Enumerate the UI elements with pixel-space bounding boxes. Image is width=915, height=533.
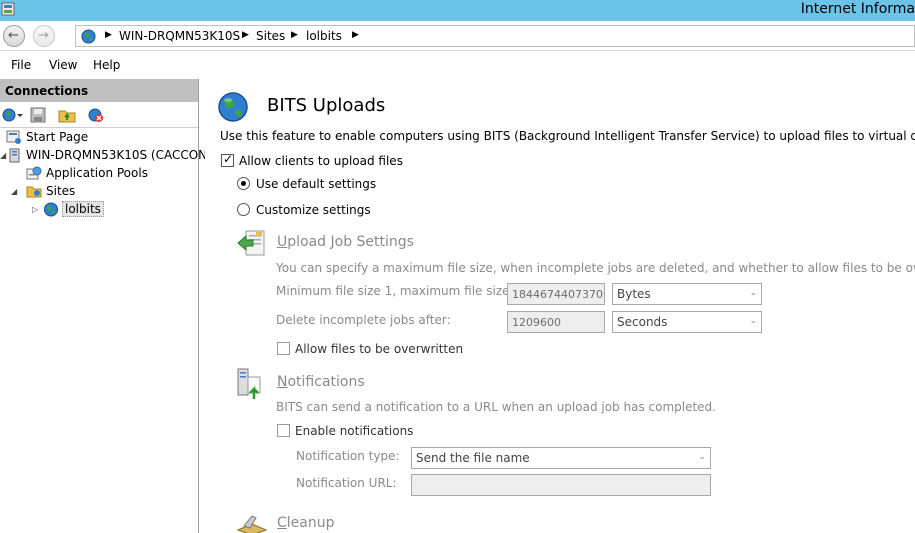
iis-app-icon	[1, 2, 15, 16]
enable-notifications-checkbox[interactable]	[277, 424, 290, 437]
notifications-title: Notifications	[277, 374, 365, 390]
delete-unit-select[interactable]: Seconds ⌄	[612, 311, 762, 333]
accelerator-key: N	[277, 374, 288, 390]
section-title-text: pload Job Settings	[287, 234, 414, 250]
tree-label-start-page: Start Page	[26, 130, 89, 144]
breadcrumb-separator-icon: ▶	[291, 30, 298, 40]
tree-label-sites: Sites	[46, 184, 76, 198]
tree-item-application-pools[interactable]: Application Pools	[0, 165, 199, 183]
globe-icon	[81, 29, 96, 44]
accelerator-key: C	[277, 515, 287, 531]
server-icon	[9, 148, 20, 163]
chevron-down-icon: ⌄	[698, 452, 706, 462]
site-globe-icon	[43, 202, 59, 217]
notification-url-label: Notification URL:	[296, 476, 397, 490]
overwrite-checkbox[interactable]	[277, 342, 290, 355]
connections-panel: Connections Start Page ◢ WIN-DRQMN53K10S…	[0, 79, 215, 533]
chevron-down-icon: ⌄	[749, 288, 757, 298]
application-pools-icon	[26, 166, 42, 180]
notification-type-value: Send the file name	[416, 451, 530, 465]
forward-arrow-icon: →	[38, 28, 49, 43]
radio-selected-dot	[241, 181, 246, 186]
disconnect-icon[interactable]	[87, 107, 105, 123]
size-unit-select[interactable]: Bytes ⌄	[612, 283, 762, 305]
notification-type-label: Notification type:	[296, 449, 400, 463]
max-file-size-input[interactable]: 18446744073709551	[507, 283, 605, 305]
save-icon[interactable]	[30, 107, 46, 123]
breadcrumb-separator-icon: ▶	[105, 30, 112, 40]
breadcrumb-separator-icon: ▶	[242, 30, 249, 40]
window-title: Internet Informa	[800, 1, 915, 17]
file-size-label: Minimum file size 1, maximum file size:	[276, 284, 514, 298]
use-default-label: Use default settings	[256, 177, 377, 191]
menu-file[interactable]: File	[11, 58, 31, 72]
tree-label-site: lolbits	[62, 201, 104, 217]
section-title-text: leanup	[286, 515, 335, 531]
start-page-icon	[6, 130, 21, 144]
feature-description: Use this feature to enable computers usi…	[220, 129, 915, 143]
forward-button[interactable]: →	[33, 25, 55, 47]
bits-uploads-globe-icon	[218, 92, 248, 122]
connections-toolbar	[0, 102, 198, 128]
cleanup-title: Cleanup	[277, 515, 335, 531]
tree-item-sites[interactable]: ◢ Sites	[0, 183, 199, 201]
notification-type-select[interactable]: Send the file name ⌄	[411, 447, 711, 469]
chevron-down-icon: ⌄	[749, 316, 757, 326]
checkmark-icon: ✓	[223, 152, 234, 166]
cleanup-icon	[236, 515, 268, 533]
breadcrumb-site[interactable]: lolbits	[306, 29, 342, 43]
upload-job-settings-title: Upload Job Settings	[277, 234, 414, 250]
tree-label-application-pools: Application Pools	[46, 166, 148, 180]
breadcrumb-sites[interactable]: Sites	[256, 29, 285, 43]
feature-panel: BITS Uploads Use this feature to enable …	[205, 79, 915, 533]
upload-job-settings-icon	[237, 230, 265, 256]
enable-notifications-label: Enable notifications	[295, 424, 414, 438]
notifications-icon	[237, 368, 261, 399]
title-bar: Internet Informa	[0, 0, 915, 21]
delete-unit-value: Seconds	[617, 315, 668, 329]
allow-clients-label: Allow clients to upload files	[239, 154, 403, 168]
breadcrumb-server[interactable]: WIN-DRQMN53K10S	[119, 29, 240, 43]
customize-radio[interactable]	[237, 203, 250, 216]
tree-label-server: WIN-DRQMN53K10S (CACCONA	[26, 148, 216, 162]
page-title: BITS Uploads	[267, 95, 386, 116]
back-button[interactable]: ←	[3, 25, 25, 47]
upload-job-description: You can specify a maximum file size, whe…	[276, 261, 915, 275]
tree-item-start-page[interactable]: Start Page	[0, 129, 199, 147]
use-default-radio[interactable]	[237, 177, 250, 190]
tree-item-site-lolbits[interactable]: ▷ lolbits	[0, 201, 199, 219]
delete-jobs-label: Delete incomplete jobs after:	[276, 313, 451, 327]
notification-url-input[interactable]	[411, 474, 711, 496]
collapse-icon[interactable]: ◢	[11, 187, 17, 196]
collapse-icon[interactable]: ◢	[0, 151, 6, 160]
notifications-description: BITS can send a notification to a URL wh…	[276, 400, 716, 414]
allow-clients-checkbox[interactable]: ✓	[221, 152, 234, 167]
breadcrumb-separator-icon: ▶	[352, 30, 359, 40]
connect-icon[interactable]	[2, 107, 24, 123]
sites-folder-icon	[26, 186, 42, 198]
address-bar[interactable]: ▶ WIN-DRQMN53K10S ▶ Sites ▶ lolbits ▶	[75, 25, 915, 47]
address-row: ← → ▶ WIN-DRQMN53K10S ▶ Sites ▶ lolbits …	[0, 21, 915, 51]
menu-bar: File View Help	[0, 52, 915, 77]
up-folder-icon[interactable]	[58, 107, 76, 123]
tree-item-server[interactable]: ◢ WIN-DRQMN53K10S (CACCONA	[0, 147, 215, 165]
overwrite-label: Allow files to be overwritten	[295, 342, 464, 356]
back-arrow-icon: ←	[8, 28, 19, 43]
customize-label: Customize settings	[256, 203, 371, 217]
menu-help[interactable]: Help	[93, 58, 120, 72]
size-unit-value: Bytes	[617, 287, 651, 301]
delete-jobs-input[interactable]: 1209600	[507, 311, 605, 333]
menu-view[interactable]: View	[49, 58, 77, 72]
connections-header: Connections	[0, 79, 198, 102]
expand-icon[interactable]: ▷	[32, 205, 38, 214]
accelerator-key: U	[277, 234, 288, 250]
section-title-text: otifications	[287, 374, 365, 390]
